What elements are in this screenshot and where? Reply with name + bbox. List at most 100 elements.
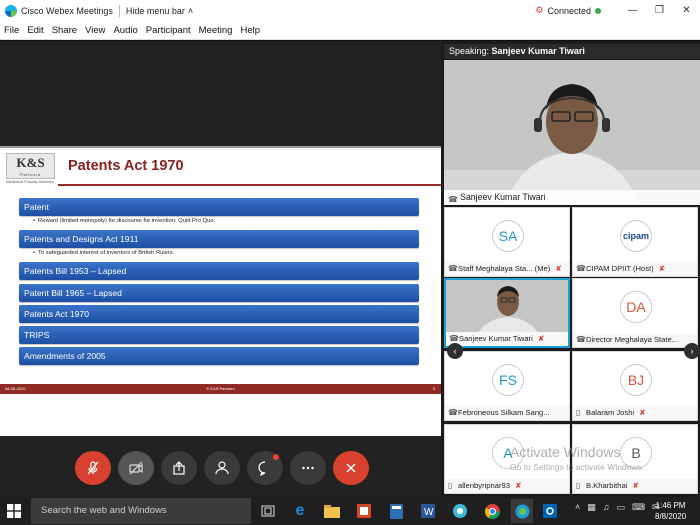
taskbar-clock[interactable]: 1:46 PM 8/8/2020 xyxy=(655,500,686,522)
slide-bar-bill-1953: Patents Bill 1953 – Lapsed xyxy=(19,262,419,280)
participants-button[interactable] xyxy=(204,451,240,485)
title-bar: Cisco Webex Meetings Hide menu bar ˄ ⚙ C… xyxy=(0,0,700,21)
hide-menu-bar-label: Hide menu bar xyxy=(125,5,185,16)
close-button[interactable]: ✕ xyxy=(673,5,700,16)
participant-tile[interactable]: DA ☎ Director Meghalaya State... xyxy=(572,278,698,348)
participant-name-row: ☎ CIPAM DPIIT (Host) ✘ xyxy=(573,262,697,276)
audio-connection-icon: ☎ xyxy=(448,195,458,204)
menu-meeting[interactable]: Meeting xyxy=(195,25,237,36)
participant-tile[interactable]: ☎ Sanjeev Kumar Tiwari ✘ xyxy=(444,278,570,348)
participant-tile[interactable]: SA ☎ Staff Meghalaya Sta... (Me) ✘ xyxy=(444,207,570,277)
menu-share[interactable]: Share xyxy=(48,25,81,36)
more-icon xyxy=(302,466,314,470)
participant-tile[interactable]: FS ☎ Febroneous Silkam Sang... xyxy=(444,351,570,421)
slide-bullet-designs-act: To safeguarded interest of inventors of … xyxy=(33,250,174,256)
menu-file[interactable]: File xyxy=(0,25,23,36)
phone-device-icon: ▯ xyxy=(576,408,581,417)
avatar: BJ xyxy=(620,364,652,396)
audio-connection-icon: ☎ xyxy=(576,335,586,344)
slide-title: Patents Act 1970 xyxy=(68,158,184,174)
audio-connection-icon: ☎ xyxy=(448,408,458,417)
participant-tile[interactable]: BJ ▯ Balaram Joshi ✘ xyxy=(572,351,698,421)
connection-status[interactable]: ⚙ Connected xyxy=(535,5,601,16)
meeting-controls xyxy=(75,451,369,485)
speaker-thumbnail xyxy=(446,280,568,336)
network-icon[interactable]: ▦ xyxy=(587,502,596,513)
chrome-browser-icon[interactable] xyxy=(483,502,501,520)
slide-footer: 08-08-2020 © K&S Partners 3 xyxy=(0,384,441,394)
chat-button[interactable] xyxy=(247,451,283,485)
muted-mic-icon: ✘ xyxy=(515,481,522,490)
file-explorer-icon[interactable] xyxy=(323,502,341,520)
participant-name: Sanjeev Kumar Tiwari xyxy=(459,334,533,343)
active-speaker-name: Sanjeev Kumar Tiwari xyxy=(460,192,546,202)
menu-view[interactable]: View xyxy=(81,25,109,36)
maximize-button[interactable]: ❐ xyxy=(646,5,673,16)
avatar: DA xyxy=(620,291,652,323)
webex-logo-icon xyxy=(5,4,17,17)
participant-name: Director Meghalaya State... xyxy=(586,335,679,344)
office-app-icon[interactable] xyxy=(355,502,373,520)
participants-icon xyxy=(215,461,229,475)
slide-bar-amendments: Amendments of 2005 xyxy=(19,347,419,365)
ks-partners-logo: K&S Partners Intellectual Property Attor… xyxy=(6,153,55,189)
participant-name: CIPAM DPIIT (Host) xyxy=(586,264,654,273)
leave-meeting-button[interactable] xyxy=(333,451,369,485)
video-button[interactable] xyxy=(118,451,154,485)
task-view-icon[interactable] xyxy=(259,502,277,520)
menu-bar: File Edit Share View Audio Participant M… xyxy=(0,21,700,40)
speaking-indicator: Speaking: Sanjeev Kumar Tiwari xyxy=(444,44,700,59)
leave-icon xyxy=(346,463,356,473)
edge-browser-icon[interactable]: e xyxy=(291,502,309,520)
menu-audio[interactable]: Audio xyxy=(109,25,141,36)
windows-taskbar: Search the web and Windows e W ˄ ▦ ♫ ▭ ⌨… xyxy=(0,497,700,525)
settings-app-icon[interactable] xyxy=(541,502,559,520)
previous-page-button[interactable]: ‹ xyxy=(447,343,463,359)
battery-icon[interactable]: ▭ xyxy=(617,502,626,513)
menu-participant[interactable]: Participant xyxy=(142,25,195,36)
minimize-button[interactable]: — xyxy=(619,5,646,16)
active-speaker-label: ☎ Sanjeev Kumar Tiwari xyxy=(444,190,700,205)
participant-video xyxy=(446,280,568,336)
connection-dot-icon xyxy=(595,7,601,14)
tray-chevron-up-icon[interactable]: ˄ xyxy=(575,502,580,513)
cipam-logo-icon: cipam xyxy=(620,220,652,252)
chat-icon xyxy=(258,461,266,476)
slide-bar-act-1970: Patents Act 1970 xyxy=(19,305,419,323)
participant-name-row: ☎ Febroneous Silkam Sang... xyxy=(445,406,569,420)
watermark-title: Activate Windows xyxy=(510,444,621,460)
webex-taskbar-icon[interactable] xyxy=(511,499,533,523)
participant-tile[interactable]: cipam ☎ CIPAM DPIIT (Host) ✘ xyxy=(572,207,698,277)
muted-mic-icon: ✘ xyxy=(632,481,639,490)
calculator-icon[interactable] xyxy=(387,502,405,520)
word-app-icon[interactable]: W xyxy=(419,502,437,520)
speaking-prefix: Speaking: xyxy=(449,46,490,56)
windows-start-icon[interactable] xyxy=(7,504,21,518)
photos-app-icon[interactable] xyxy=(451,502,469,520)
menu-edit[interactable]: Edit xyxy=(23,25,47,36)
hide-menu-bar-button[interactable]: Hide menu bar ˄ xyxy=(126,6,193,16)
taskbar-search-input[interactable]: Search the web and Windows xyxy=(31,498,251,524)
participant-name: Staff Meghalaya Sta... (Me) xyxy=(458,264,551,273)
speaker-figure xyxy=(444,60,700,205)
clock-date: 8/8/2020 xyxy=(655,512,687,521)
participant-name-row: ☎ Staff Meghalaya Sta... (Me) ✘ xyxy=(445,262,569,276)
share-button[interactable] xyxy=(161,451,197,485)
participant-name: Febroneous Silkam Sang... xyxy=(458,408,550,417)
participant-name-row: ☎ Sanjeev Kumar Tiwari ✘ xyxy=(446,332,568,346)
next-page-button[interactable]: › xyxy=(684,343,700,359)
mute-button[interactable] xyxy=(75,451,111,485)
svg-text:W: W xyxy=(424,507,434,518)
participant-name-row: ▯ Balaram Joshi ✘ xyxy=(573,406,697,420)
slide-bar-patent: Patent xyxy=(19,198,419,216)
language-icon[interactable]: ⌨ xyxy=(632,502,645,513)
video-off-icon xyxy=(129,461,143,475)
ks-logo-sub: Partners xyxy=(20,173,41,177)
menu-help[interactable]: Help xyxy=(236,25,264,36)
webex-window: Cisco Webex Meetings Hide menu bar ˄ ⚙ C… xyxy=(0,0,700,525)
volume-icon[interactable]: ♫ xyxy=(603,502,610,513)
phone-device-icon: ▯ xyxy=(576,481,581,490)
slide-footer-name: © K&S Partners xyxy=(206,386,235,391)
active-speaker-video[interactable] xyxy=(444,60,700,205)
more-options-button[interactable] xyxy=(290,451,326,485)
